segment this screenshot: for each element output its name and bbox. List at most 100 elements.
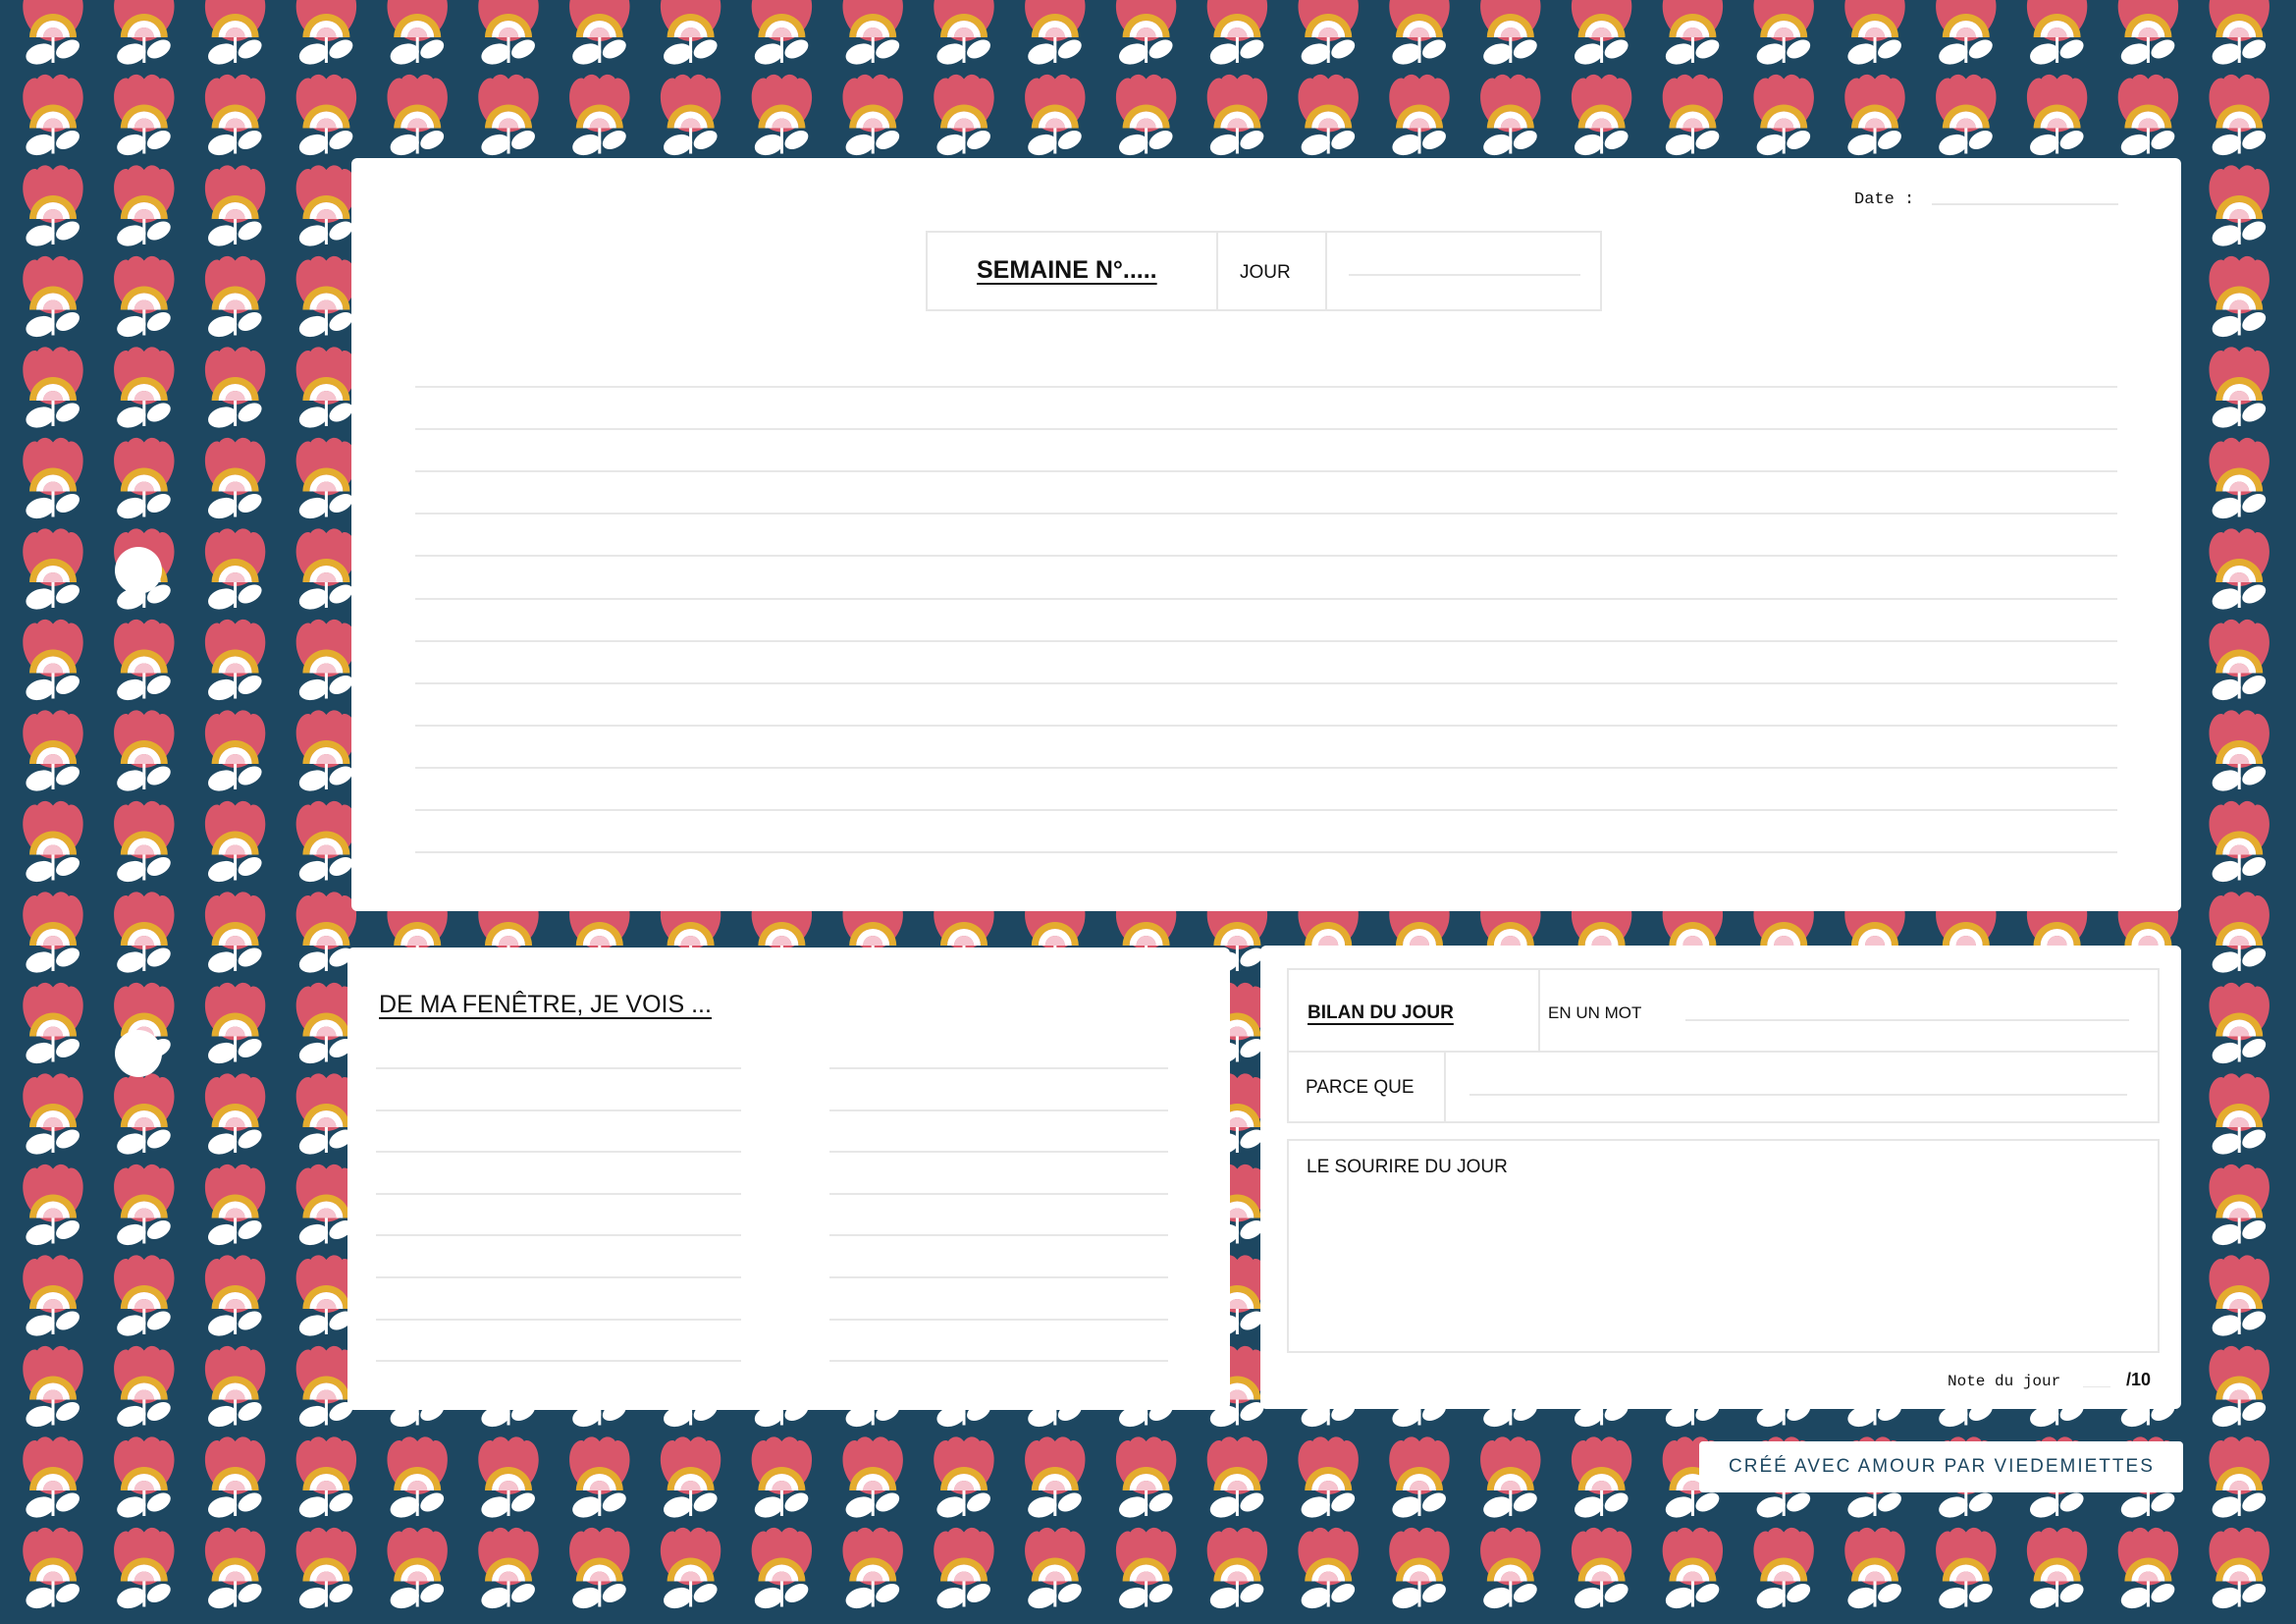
tulip-icon (2209, 347, 2269, 432)
tulip-icon (23, 0, 83, 69)
tulip-icon (204, 255, 266, 341)
tulip-icon (1389, 1527, 1450, 1612)
review-title-cell: BILAN DU JOUR (1287, 968, 1540, 1053)
window-line[interactable] (829, 1067, 1168, 1069)
tulip-icon (2209, 437, 2269, 522)
tulip-icon (2209, 800, 2269, 886)
tulip-icon (23, 619, 83, 704)
date-field[interactable] (1932, 203, 2118, 205)
writing-line[interactable] (415, 809, 2117, 811)
tulip-icon (2209, 1073, 2269, 1159)
writing-line[interactable] (415, 724, 2117, 727)
window-line[interactable] (376, 1276, 741, 1278)
tulip-icon (478, 74, 539, 159)
tulip-icon (295, 800, 357, 886)
window-line[interactable] (376, 1234, 741, 1237)
writing-line[interactable] (415, 766, 2117, 769)
tulip-icon (295, 165, 357, 250)
tulip-icon (2209, 528, 2269, 614)
tulip-icon (23, 347, 83, 432)
tulip-icon (114, 710, 175, 795)
tulip-icon (1936, 74, 1997, 159)
tulip-icon (751, 0, 813, 69)
writing-line[interactable] (415, 470, 2117, 473)
tulip-icon (114, 1255, 175, 1340)
tulip-icon (1298, 74, 1359, 159)
tulip-icon (1298, 1436, 1359, 1522)
window-line[interactable] (829, 1109, 1168, 1111)
window-line[interactable] (376, 1192, 741, 1195)
tulip-icon (295, 0, 357, 69)
tulip-icon (204, 1345, 266, 1431)
tulip-icon (1115, 74, 1177, 159)
because-label-cell: PARCE QUE (1287, 1051, 1446, 1123)
one-word-field[interactable] (1685, 1019, 2129, 1021)
day-field[interactable] (1349, 274, 1580, 276)
tulip-icon (842, 0, 903, 69)
tulip-icon (114, 347, 175, 432)
tulip-icon (114, 74, 175, 159)
smile-box[interactable]: LE SOURIRE DU JOUR (1287, 1139, 2160, 1353)
writing-line[interactable] (415, 513, 2117, 515)
tulip-icon (387, 0, 448, 69)
tulip-icon (2026, 74, 2088, 159)
day-value-cell (1325, 231, 1602, 311)
tulip-icon (660, 1436, 721, 1522)
tulip-icon (114, 1345, 175, 1431)
tulip-icon (114, 0, 175, 69)
tulip-icon (2209, 1255, 2269, 1340)
tulip-icon (1571, 1527, 1632, 1612)
tulip-icon (2209, 255, 2269, 341)
tulip-icon (114, 437, 175, 522)
window-line[interactable] (376, 1109, 741, 1111)
tulip-icon (1571, 74, 1632, 159)
tulip-icon (204, 1255, 266, 1340)
writing-line[interactable] (415, 597, 2117, 600)
tulip-icon (2209, 892, 2269, 977)
window-line[interactable] (829, 1360, 1168, 1363)
tulip-icon (1571, 1436, 1632, 1522)
tulip-icon (1115, 1527, 1177, 1612)
tulip-icon (751, 1436, 813, 1522)
tulip-icon (2026, 0, 2088, 69)
because-cell (1444, 1051, 2160, 1123)
writing-line[interactable] (415, 428, 2117, 431)
window-line[interactable] (829, 1276, 1168, 1278)
because-field[interactable] (1469, 1094, 2127, 1096)
writing-line[interactable] (415, 681, 2117, 684)
tulip-icon (204, 1073, 266, 1159)
writing-line[interactable] (415, 386, 2117, 388)
note-max: /10 (2126, 1370, 2152, 1389)
tulip-icon (114, 1527, 175, 1612)
window-line[interactable] (376, 1151, 741, 1154)
tulip-icon (23, 74, 83, 159)
writing-line[interactable] (415, 555, 2117, 558)
window-line[interactable] (376, 1318, 741, 1321)
tulip-icon (1753, 74, 1814, 159)
window-line[interactable] (829, 1234, 1168, 1237)
tulip-icon (569, 1527, 630, 1612)
window-line[interactable] (829, 1318, 1168, 1321)
tulip-icon (1571, 0, 1632, 69)
tulip-icon (569, 1436, 630, 1522)
credit-text: CRÉÉ AVEC AMOUR PAR VIEDEMIETTES (1729, 1456, 2155, 1477)
window-line[interactable] (376, 1360, 741, 1363)
tulip-icon (2117, 1527, 2179, 1612)
window-line[interactable] (829, 1192, 1168, 1195)
tulip-icon (114, 255, 175, 341)
writing-line[interactable] (415, 639, 2117, 642)
tulip-icon (295, 1527, 357, 1612)
tulip-icon (23, 1255, 83, 1340)
window-line[interactable] (829, 1151, 1168, 1154)
tulip-icon (751, 1527, 813, 1612)
tulip-icon (1206, 74, 1268, 159)
tulip-icon (842, 1527, 903, 1612)
tulip-icon (23, 1164, 83, 1249)
note-field[interactable] (2083, 1386, 2110, 1387)
one-word-label: EN UN MOT (1548, 1003, 1642, 1022)
tulip-icon (1936, 0, 1997, 69)
tulip-icon (478, 0, 539, 69)
tulip-icon (1025, 74, 1086, 159)
window-line[interactable] (376, 1067, 741, 1069)
writing-line[interactable] (415, 851, 2117, 854)
